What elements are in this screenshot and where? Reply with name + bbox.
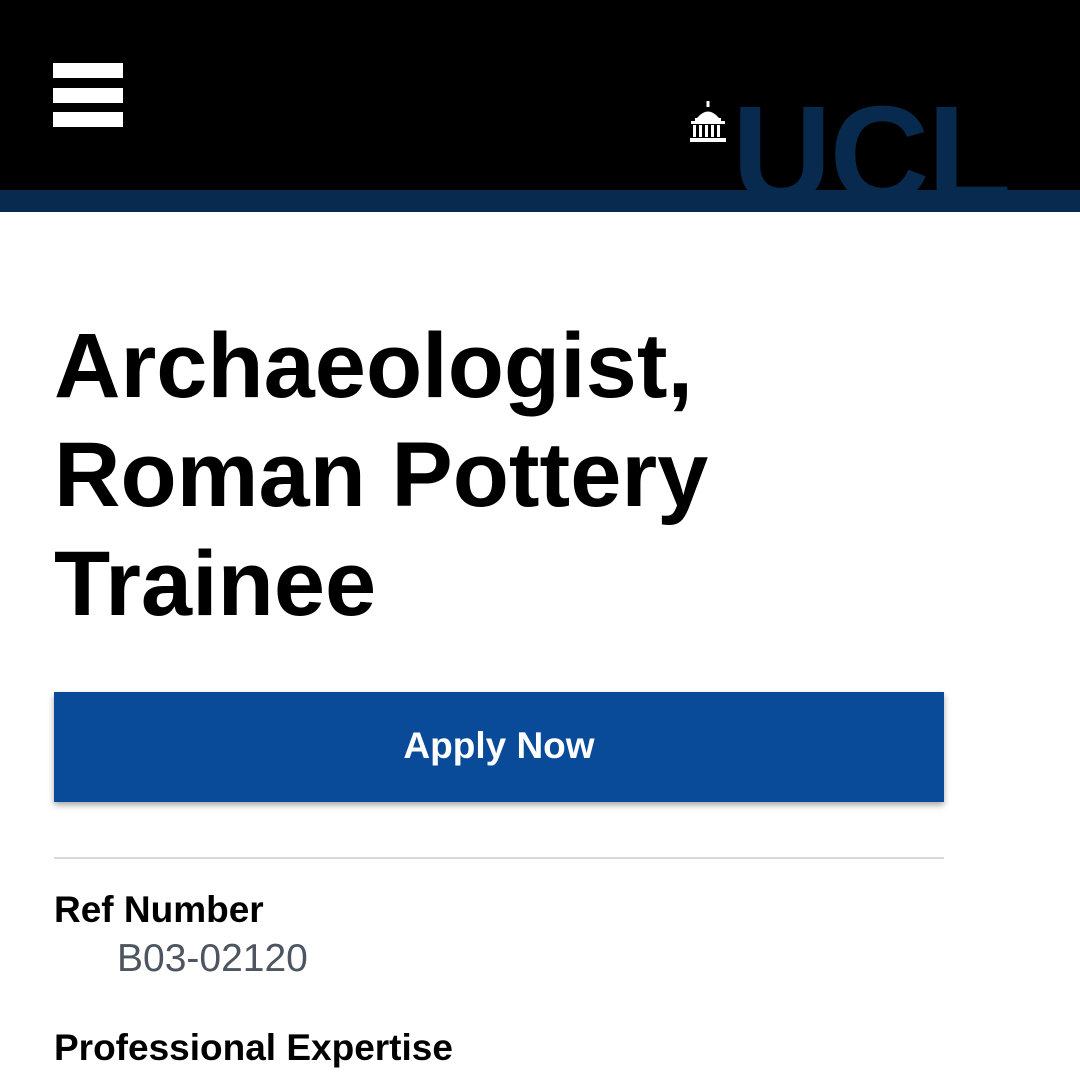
professional-expertise-label: Professional Expertise (54, 1027, 453, 1068)
ref-number-label: Ref Number (54, 889, 264, 930)
menu-bar-top (53, 63, 123, 78)
apply-now-button[interactable]: Apply Now (54, 692, 944, 802)
menu-bar-bottom (53, 112, 123, 127)
ucl-logo[interactable]: UCL (688, 86, 1018, 224)
site-header: UCL (0, 0, 1080, 224)
section-divider (54, 857, 944, 859)
ref-number-value: B03-02120 (117, 937, 308, 980)
job-title: Archaeologist, Roman Pottery Trainee (54, 315, 709, 635)
job-content: Archaeologist, Roman Pottery Trainee App… (54, 212, 944, 1068)
portico-dome-icon (690, 101, 726, 142)
header-stripe (0, 190, 1080, 212)
menu-bar-middle (53, 88, 123, 103)
menu-button[interactable] (53, 63, 123, 127)
